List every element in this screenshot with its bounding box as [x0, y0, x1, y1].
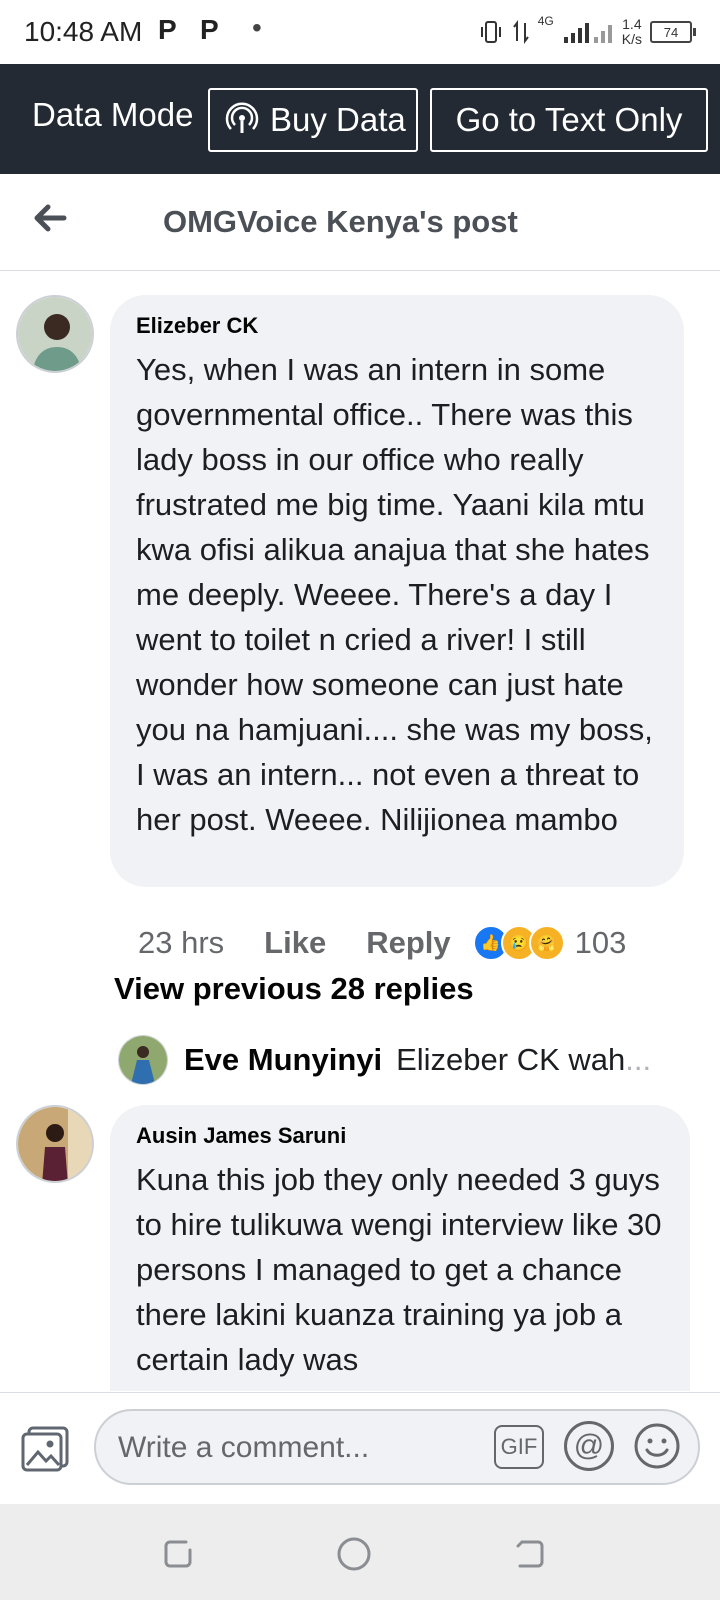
reply-snippet: Elizeber CK wah [396, 1042, 626, 1077]
avatar-photo [18, 297, 92, 371]
comment-text: Kuna this job they only needed 3 guys to… [136, 1162, 662, 1377]
home-icon[interactable] [334, 1534, 374, 1574]
status-icons: 4G 1.4 K/s 74 [478, 14, 696, 50]
comment-bubble[interactable]: Elizeber CK Yes, when I was an intern in… [110, 295, 684, 887]
data-mode-banner: Data Mode Buy Data Go to Text Only [0, 64, 720, 174]
back-arrow-icon[interactable] [28, 196, 72, 240]
photo-icon[interactable] [20, 1423, 72, 1473]
gif-button[interactable]: GIF [494, 1425, 544, 1469]
latest-reply-preview[interactable]: Eve Munyinyi Elizeber CK wah ... [118, 1035, 651, 1085]
comment-text: Yes, when I was an intern in some govern… [136, 352, 653, 837]
avatar-photo [119, 1036, 167, 1084]
status-time: 10:48 AM [24, 16, 143, 47]
reaction-count: 103 [574, 925, 627, 960]
avatar-photo [18, 1107, 92, 1181]
like-button[interactable]: Like [264, 925, 326, 961]
reply-button[interactable]: Reply [366, 925, 450, 961]
emoji-icon[interactable] [632, 1421, 682, 1471]
network-speed: 1.4 K/s [621, 16, 642, 47]
reply-ellipsis: ... [625, 1042, 652, 1077]
comment-author[interactable]: Elizeber CK [136, 313, 258, 339]
reactions[interactable]: 👍 😢 🤗 103 [472, 925, 627, 961]
status-bar: 10:48 AM P P • 4G 1.4 K/s 74 [0, 0, 720, 64]
avatar [118, 1035, 168, 1085]
comment-input[interactable]: Write a comment... GIF @ [94, 1409, 700, 1485]
data-mode-label: Data Mode [32, 96, 194, 133]
system-navigation-bar [0, 1504, 720, 1600]
back-nav-icon[interactable] [510, 1534, 550, 1574]
view-previous-replies-link[interactable]: View previous 28 replies [114, 971, 474, 1007]
care-reaction-icon: 🤗 [528, 925, 565, 961]
buy-data-button[interactable]: Buy Data [208, 88, 418, 152]
mention-button[interactable]: @ [564, 1421, 614, 1471]
comments-feed[interactable]: Elizeber CK Yes, when I was an intern in… [0, 271, 720, 1391]
avatar[interactable] [16, 295, 94, 373]
notification-icon: P [158, 14, 177, 45]
post-header: OMGVoice Kenya's post [0, 174, 720, 271]
comment-composer: Write a comment... GIF @ [0, 1392, 720, 1505]
page-title: OMGVoice Kenya's post [163, 204, 518, 239]
comment-time: 23 hrs [138, 925, 225, 960]
data-transfer-icon [512, 20, 529, 44]
notification-icon: P [200, 14, 219, 45]
broadcast-icon [225, 102, 259, 133]
recent-apps-icon[interactable] [158, 1534, 198, 1574]
signal-icon [563, 23, 612, 43]
avatar[interactable] [16, 1105, 94, 1183]
comment-bubble[interactable]: Ausin James Saruni Kuna this job they on… [110, 1105, 690, 1391]
comment-placeholder: Write a comment... [118, 1431, 370, 1464]
more-notifications-dot: • [252, 12, 262, 43]
battery-icon: 74 [650, 21, 696, 43]
buy-data-label: Buy Data [270, 101, 406, 138]
comment-author[interactable]: Ausin James Saruni [136, 1123, 346, 1149]
text-only-label: Go to Text Only [455, 101, 683, 138]
reply-author: Eve Munyinyi [184, 1042, 383, 1077]
vibrate-icon [480, 21, 501, 43]
comment-meta: 23 hrs Like Reply 👍 😢 🤗 103 [138, 921, 626, 965]
network-type: 4G [537, 14, 554, 28]
text-only-button[interactable]: Go to Text Only [430, 88, 708, 152]
